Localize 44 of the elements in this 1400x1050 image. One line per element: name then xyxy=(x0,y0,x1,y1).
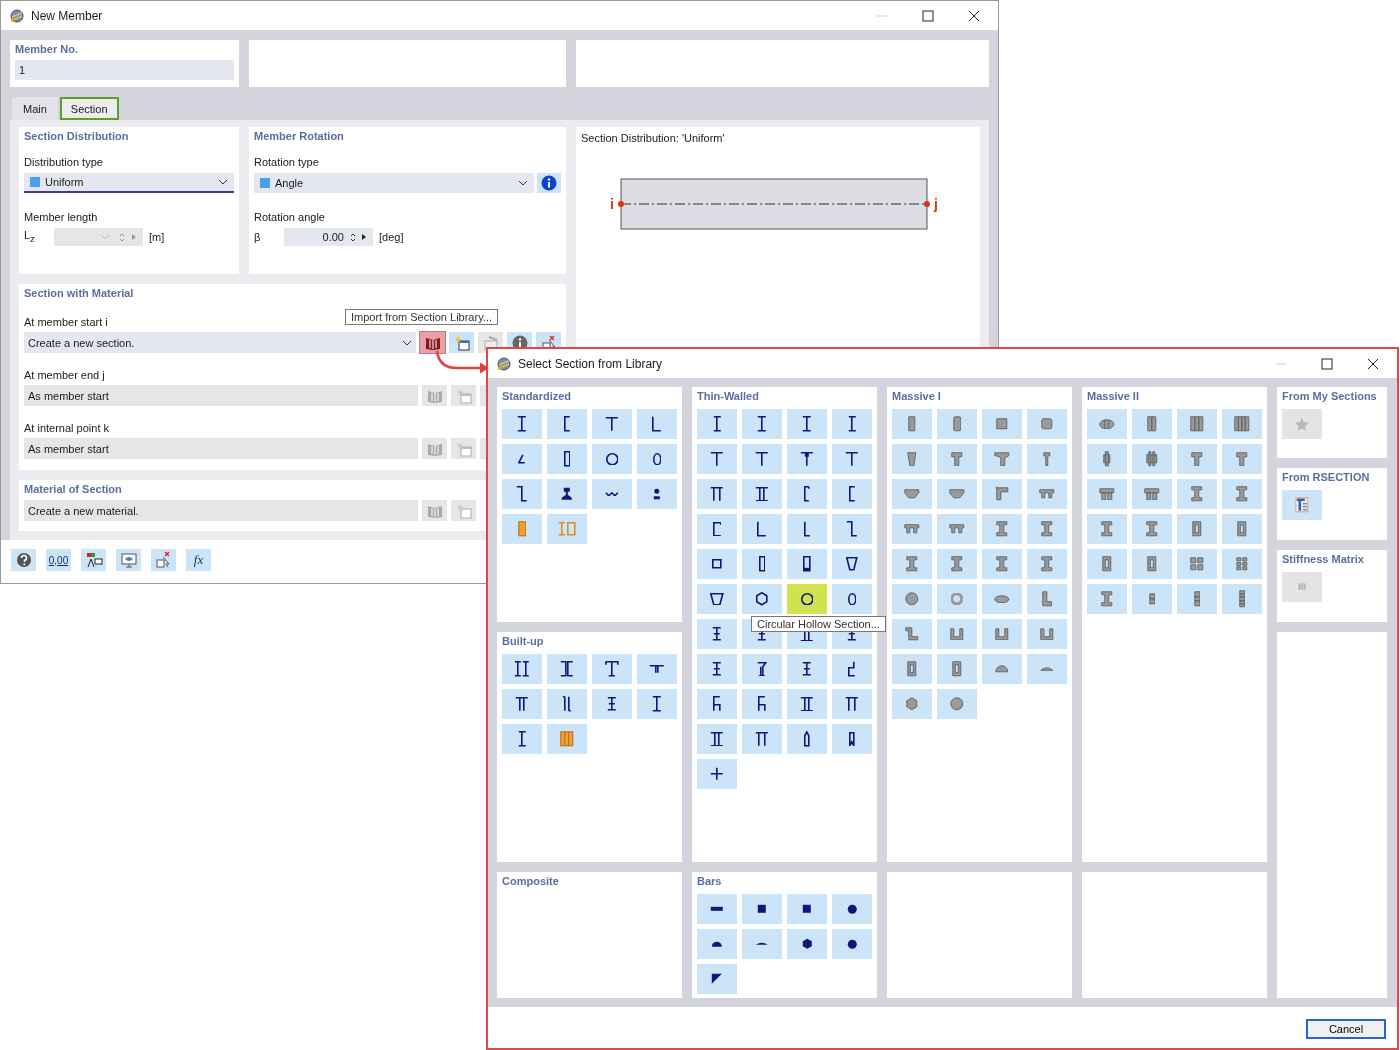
material-field[interactable]: Create a new material. xyxy=(24,500,418,521)
panel-title: Thin-Walled xyxy=(697,390,759,402)
cancel-button[interactable]: Cancel xyxy=(1306,1019,1386,1039)
rotation-type-dropdown[interactable]: Angle xyxy=(254,173,534,193)
node-label: j xyxy=(933,196,938,212)
panel-title: From My Sections xyxy=(1282,390,1377,402)
panel-title: Massive II xyxy=(1087,390,1139,402)
formula-button[interactable]: fx xyxy=(186,549,211,571)
panel-title: Member Rotation xyxy=(254,130,344,142)
unit-label: [m] xyxy=(149,231,165,243)
field-label: At internal point k xyxy=(24,422,109,434)
rotation-angle-field[interactable]: 0.00 xyxy=(284,228,373,246)
field-label: Rotation type xyxy=(254,156,319,168)
field-label: At member end j xyxy=(24,369,105,381)
member-number-field[interactable]: 1 xyxy=(15,60,234,80)
panel-title: Bars xyxy=(697,875,722,887)
field-label: Rotation angle xyxy=(254,211,325,223)
symbol-label: L$_{z}$ xyxy=(24,229,36,245)
panel-title: Stiffness Matrix xyxy=(1282,553,1364,565)
node-label: i xyxy=(610,196,614,212)
tab[interactable]: Main xyxy=(12,97,58,120)
tooltip: Import from Section Library... xyxy=(345,309,498,325)
panel-title: Composite xyxy=(502,875,559,887)
window-title: Select Section from Library xyxy=(518,356,663,371)
field-label: Member length xyxy=(24,211,98,223)
field-label: Member No. xyxy=(15,43,78,55)
section-dropdown[interactable]: Create a new section. xyxy=(24,332,417,353)
preview-title: Section Distribution: 'Uniform' xyxy=(581,132,726,144)
field-label: Distribution type xyxy=(24,156,103,168)
symbol-label: β xyxy=(254,231,262,243)
panel-title: Section with Material xyxy=(24,287,134,299)
tab[interactable]: Section xyxy=(59,97,119,120)
distribution-type-dropdown[interactable]: Uniform xyxy=(24,173,234,193)
window-title: New Member xyxy=(31,8,103,23)
field-label: At member start i xyxy=(24,316,108,328)
panel-title: Standardized xyxy=(502,390,572,402)
panel-title: Built-up xyxy=(502,635,544,647)
panel-title: Material of Section xyxy=(24,483,122,495)
values-button[interactable]: 0,00 xyxy=(46,549,71,571)
tooltip: Circular Hollow Section... xyxy=(751,616,886,632)
panel-title: Section Distribution xyxy=(24,130,129,142)
panel-title: Massive I xyxy=(892,390,941,402)
panel-title: From RSECTION xyxy=(1282,471,1370,483)
unit-label: [deg] xyxy=(379,231,404,243)
